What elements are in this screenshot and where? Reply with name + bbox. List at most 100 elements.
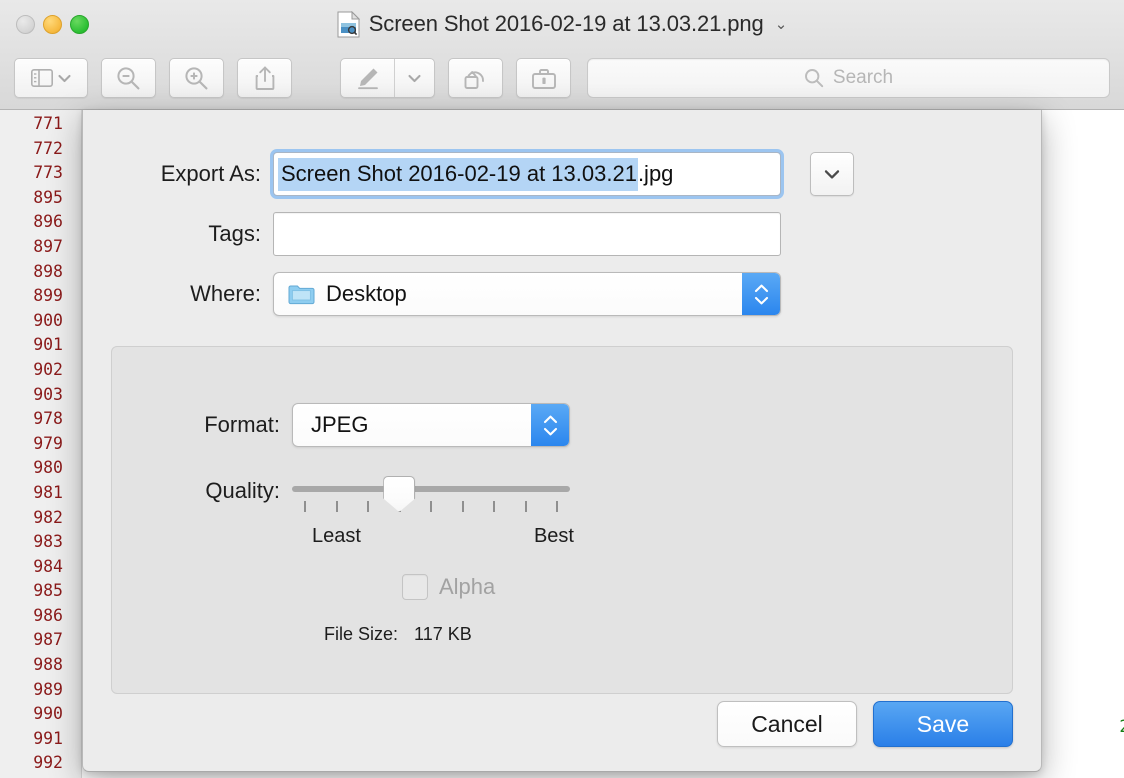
format-stepper[interactable] <box>531 404 569 446</box>
file-size-row: File Size: 117 KB <box>324 624 1012 645</box>
share-icon <box>254 65 276 91</box>
where-popup-button[interactable]: Desktop <box>273 272 781 316</box>
markup-button[interactable] <box>341 59 394 97</box>
chevron-up-icon <box>543 415 557 423</box>
slider-tick <box>556 501 558 512</box>
sidebar-icon <box>31 69 53 87</box>
slider-tick <box>524 501 527 512</box>
dialog-actions: Cancel Save <box>717 701 1013 747</box>
rotate-left-icon <box>463 66 489 91</box>
minimize-button[interactable] <box>43 14 62 34</box>
chevron-up-icon <box>754 284 768 292</box>
file-size-value: 117 KB <box>414 624 472 644</box>
cancel-button[interactable]: Cancel <box>717 701 857 747</box>
format-label: Format: <box>204 412 280 437</box>
gutter-line-number: 978 <box>33 409 63 429</box>
gutter-line-number: 990 <box>33 704 63 724</box>
slider-tick <box>304 501 306 512</box>
window-chrome: Screen Shot 2016-02-19 at 13.03.21.png ⌄ <box>0 0 1124 110</box>
gutter-line-number: 982 <box>33 507 63 527</box>
quality-label: Quality: <box>205 478 280 503</box>
gutter-line-number: 896 <box>33 212 63 232</box>
gutter-line-number: 991 <box>33 728 63 748</box>
editor-gutter: 771 772 773 895 896 897 898 899 900 901 902 903 978 9… <box>0 0 82 778</box>
gutter-line-number: 980 <box>33 458 63 478</box>
gutter-line-number: 987 <box>33 630 63 650</box>
zoom-out-icon <box>116 66 141 91</box>
gutter-line-number: 900 <box>33 310 63 330</box>
gutter-line-number: 989 <box>33 679 63 699</box>
title-chevron-down-icon[interactable]: ⌄ <box>775 15 788 33</box>
chevron-down-icon <box>543 427 557 435</box>
search-placeholder: Search <box>832 67 894 88</box>
gutter-line-number: 895 <box>33 187 63 207</box>
sidebar-toggle-button[interactable] <box>14 58 88 98</box>
markup-split-button[interactable] <box>340 58 435 98</box>
export-as-input[interactable]: Screen Shot 2016-02-19 at 13.03.21 .jpg <box>270 149 784 199</box>
export-as-label: Export As: <box>160 161 261 186</box>
where-row: Where: Desktop <box>83 272 1041 316</box>
gutter-line-number: 985 <box>33 581 63 601</box>
gutter-line-number: 898 <box>33 261 63 281</box>
alpha-checkbox[interactable] <box>402 574 428 600</box>
where-stepper[interactable] <box>742 273 780 315</box>
export-dialog: Export As: Screen Shot 2016-02-19 at 13.… <box>82 110 1042 772</box>
window-title: Screen Shot 2016-02-19 at 13.03.21.png <box>368 11 764 36</box>
zoom-out-button[interactable] <box>101 58 156 98</box>
export-as-selected-text: Screen Shot 2016-02-19 at 13.03.21 <box>278 157 638 191</box>
close-button[interactable] <box>16 14 35 34</box>
zoom-in-icon <box>184 66 209 91</box>
quality-row: Quality: <box>112 469 1012 513</box>
gutter-line-number: 902 <box>33 359 63 379</box>
format-row: Format: JPEG <box>112 347 1012 447</box>
search-field[interactable]: Search <box>587 58 1110 98</box>
export-as-extension: .jpg <box>637 160 674 186</box>
gutter-line-number: 773 <box>33 163 63 183</box>
slider-tick <box>430 501 432 512</box>
tags-label: Tags: <box>208 221 261 246</box>
chevron-down-icon <box>824 169 840 179</box>
toolbar: Search <box>0 48 1124 108</box>
gutter-line-number: 988 <box>33 655 63 675</box>
quality-range-labels: Least Best <box>304 525 582 548</box>
markup-pen-icon <box>356 66 380 90</box>
zoom-in-button[interactable] <box>169 58 224 98</box>
gutter-line-number: 897 <box>33 236 63 256</box>
expand-browser-button[interactable] <box>810 152 854 196</box>
share-button[interactable] <box>237 58 292 98</box>
alpha-row: Alpha <box>402 574 1012 600</box>
export-as-row: Export As: Screen Shot 2016-02-19 at 13.… <box>83 149 1041 199</box>
rotate-left-button[interactable] <box>448 58 503 98</box>
quality-least-label: Least <box>312 525 361 547</box>
alpha-label: Alpha <box>439 574 496 599</box>
tags-input[interactable] <box>273 212 781 256</box>
maximize-button[interactable] <box>70 14 89 34</box>
traffic-lights <box>16 14 89 34</box>
slider-track <box>292 486 570 492</box>
window-title-group: Screen Shot 2016-02-19 at 13.03.21.png ⌄ <box>0 10 1124 38</box>
gutter-line-number: 901 <box>33 335 63 355</box>
gutter-line-number: 981 <box>33 482 63 502</box>
format-value: JPEG <box>311 412 369 437</box>
screen-root: 771 772 773 895 896 897 898 899 900 901 902 903 978 9… <box>0 0 1124 778</box>
format-popup-button[interactable]: JPEG <box>292 403 570 447</box>
slider-ticks <box>292 501 570 515</box>
file-size-label: File Size: <box>324 624 399 644</box>
where-label: Where: <box>190 281 261 306</box>
slider-tick <box>493 501 495 512</box>
gutter-line-number: 979 <box>33 433 63 453</box>
gutter-line-number: 983 <box>33 532 63 552</box>
image-document-icon <box>337 10 360 38</box>
markup-chevron-down-icon[interactable] <box>394 59 434 97</box>
quality-slider[interactable] <box>292 469 570 513</box>
markup-toolbox-button[interactable] <box>516 58 571 98</box>
where-value: Desktop <box>326 281 407 306</box>
chevron-down-icon <box>754 296 768 304</box>
gutter-line-number: 984 <box>33 556 63 576</box>
code-token-string: 2}.\n", <box>1119 717 1124 736</box>
quality-best-label: Best <box>533 525 574 547</box>
save-button[interactable]: Save <box>873 701 1013 747</box>
tags-row: Tags: <box>83 212 1041 256</box>
slider-tick <box>367 501 369 512</box>
slider-tick <box>461 501 464 512</box>
